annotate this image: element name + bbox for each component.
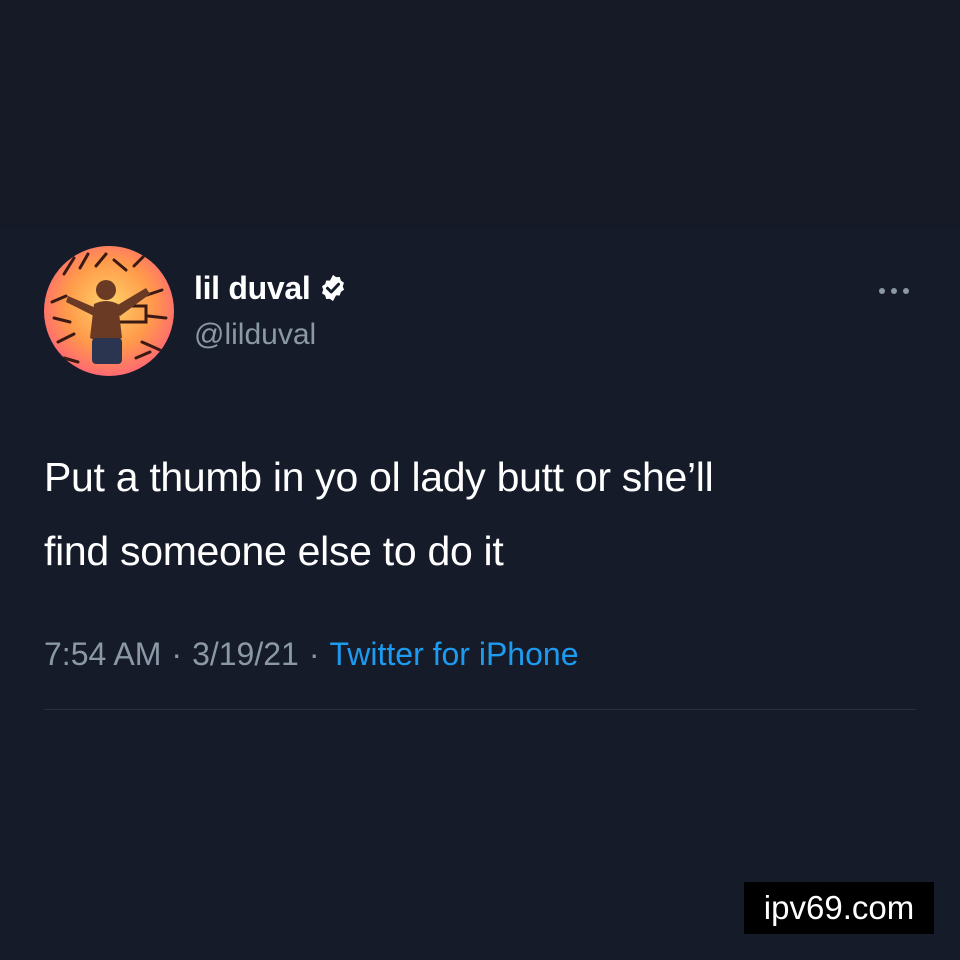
- top-empty-area: [0, 0, 960, 228]
- watermark: ipv69.com: [744, 882, 934, 934]
- avatar-image: [44, 246, 174, 376]
- tweet-meta-row: 7:54 AM · 3/19/21 · Twitter for iPhone: [44, 636, 578, 673]
- divider: [44, 709, 916, 710]
- name-row: lil duval: [194, 268, 348, 308]
- screenshot-canvas: lil duval @lilduval Put a thumb in yo ol…: [0, 0, 960, 960]
- watermark-text: ipv69.com: [763, 889, 915, 926]
- tweet-time[interactable]: 7:54 AM: [44, 636, 161, 672]
- avatar[interactable]: [44, 246, 174, 376]
- tweet-text: Put a thumb in yo ol lady butt or she’ll…: [44, 440, 924, 588]
- tweet-card: lil duval @lilduval Put a thumb in yo ol…: [0, 228, 960, 960]
- tweet-text-line-2: find someone else to do it: [44, 528, 504, 574]
- meta-separator: ·: [171, 636, 183, 672]
- more-options-icon[interactable]: [876, 284, 912, 298]
- verified-badge-icon: [318, 273, 348, 303]
- user-handle[interactable]: @lilduval: [194, 318, 316, 352]
- tweet-source-link[interactable]: Twitter for iPhone: [329, 636, 578, 672]
- tweet-text-line-1: Put a thumb in yo ol lady butt or she’ll: [44, 454, 714, 500]
- display-name[interactable]: lil duval: [194, 270, 311, 307]
- tweet-date[interactable]: 3/19/21: [192, 636, 299, 672]
- meta-separator: ·: [308, 636, 320, 672]
